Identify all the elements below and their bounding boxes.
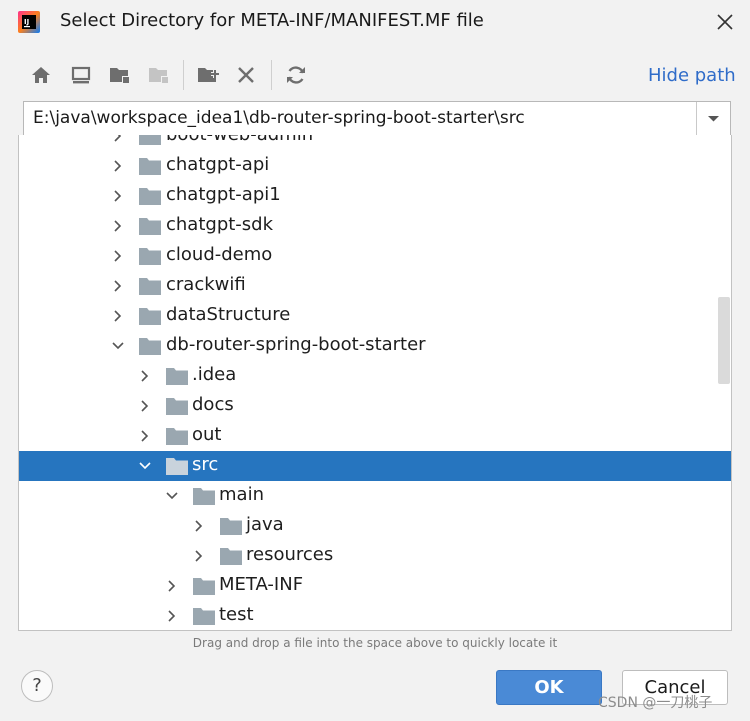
tree-item-label: test — [219, 604, 254, 625]
tree-item-label: main — [219, 484, 264, 505]
tree-item[interactable]: boot-web-admin — [19, 135, 731, 151]
folder-icon — [220, 548, 242, 565]
folder-icon — [166, 368, 188, 385]
folder-icon — [139, 158, 161, 175]
title-bar: IJ Select Directory for META-INF/MANIFES… — [0, 0, 750, 44]
chevron-right-icon — [114, 250, 122, 262]
refresh-icon[interactable] — [283, 62, 309, 88]
folder-icon — [139, 308, 161, 325]
chevron-down-icon — [166, 492, 178, 500]
path-input[interactable] — [24, 102, 696, 135]
chevron-right-icon — [114, 190, 122, 202]
chevron-right-icon — [141, 400, 149, 412]
tree-item-label: docs — [192, 394, 234, 415]
chevron-down-icon — [112, 342, 124, 350]
tree-item-label: crackwifi — [166, 274, 246, 295]
tree-item-label: out — [192, 424, 222, 445]
folder-icon — [139, 135, 161, 145]
ok-button[interactable]: OK — [496, 670, 602, 705]
folder-icon — [139, 188, 161, 205]
tree-item[interactable]: chatgpt-api1 — [19, 181, 731, 211]
tree-item-label: resources — [246, 544, 334, 565]
tree-item[interactable]: chatgpt-api — [19, 151, 731, 181]
chevron-right-icon — [195, 550, 203, 562]
tree-item-label: chatgpt-api — [166, 154, 270, 175]
tree-item-label: chatgpt-api1 — [166, 184, 281, 205]
tree-item[interactable]: out — [19, 421, 731, 451]
chevron-right-icon — [114, 280, 122, 292]
toolbar-separator — [183, 60, 184, 90]
folder-icon — [139, 218, 161, 235]
tree-item[interactable]: .idea — [19, 361, 731, 391]
tree-item-label: java — [246, 514, 284, 535]
folder-icon — [193, 578, 215, 595]
tree-item[interactable]: test — [19, 601, 731, 630]
folder-icon — [193, 488, 215, 505]
chevron-down-icon — [139, 462, 151, 470]
tree-item[interactable]: docs — [19, 391, 731, 421]
dialog-title: Select Directory for META-INF/MANIFEST.M… — [60, 10, 484, 31]
toolbar: Hide path — [0, 58, 750, 94]
chevron-right-icon — [141, 430, 149, 442]
tree-item-label: db-router-spring-boot-starter — [166, 334, 426, 355]
tree-item-label: src — [192, 454, 219, 475]
drag-drop-hint: Drag and drop a file into the space abov… — [192, 636, 558, 650]
tree-item[interactable]: java — [19, 511, 731, 541]
hide-path-link[interactable]: Hide path — [648, 65, 736, 86]
module-folder-icon[interactable] — [146, 62, 172, 88]
path-dropdown-button[interactable] — [696, 102, 730, 135]
tree-item-label: .idea — [192, 364, 237, 385]
close-icon[interactable] — [712, 9, 738, 35]
path-combobox — [23, 101, 731, 136]
directory-tree[interactable]: boot-web-admin chatgpt-api chatgpt-api1 … — [18, 135, 732, 631]
tree-item-label: boot-web-admin — [166, 135, 313, 145]
toolbar-separator — [271, 60, 272, 90]
delete-icon[interactable] — [233, 62, 259, 88]
folder-icon — [139, 248, 161, 265]
svg-text:IJ: IJ — [24, 18, 29, 26]
chevron-right-icon — [114, 310, 122, 322]
chevron-right-icon — [114, 160, 122, 172]
tree-item[interactable]: chatgpt-sdk — [19, 211, 731, 241]
chevron-right-icon — [114, 135, 122, 142]
folder-icon — [166, 398, 188, 415]
folder-icon — [139, 338, 161, 355]
help-button[interactable]: ? — [21, 670, 53, 702]
chevron-right-icon — [168, 580, 176, 592]
home-icon[interactable] — [28, 62, 54, 88]
chevron-right-icon — [168, 610, 176, 622]
chevron-right-icon — [114, 220, 122, 232]
tree-item[interactable]: crackwifi — [19, 271, 731, 301]
project-folder-icon[interactable] — [107, 62, 133, 88]
tree-item-label: chatgpt-sdk — [166, 214, 274, 235]
tree-item[interactable]: resources — [19, 541, 731, 571]
desktop-icon[interactable] — [68, 62, 94, 88]
tree-item-label: dataStructure — [166, 304, 291, 325]
chevron-down-icon — [708, 116, 719, 122]
folder-icon — [193, 608, 215, 625]
folder-icon — [139, 278, 161, 295]
new-folder-icon[interactable] — [195, 62, 221, 88]
tree-scrollbar-thumb[interactable] — [718, 297, 730, 384]
tree-item-selected[interactable]: src — [19, 451, 731, 481]
tree-item-label: cloud-demo — [166, 244, 273, 265]
folder-icon — [166, 458, 188, 475]
tree-item[interactable]: main — [19, 481, 731, 511]
chevron-right-icon — [141, 370, 149, 382]
tree-item[interactable]: dataStructure — [19, 301, 731, 331]
tree-item[interactable]: META-INF — [19, 571, 731, 601]
folder-icon — [220, 518, 242, 535]
folder-icon — [166, 428, 188, 445]
chevron-right-icon — [195, 520, 203, 532]
tree-item-label: META-INF — [219, 574, 304, 595]
tree-item[interactable]: db-router-spring-boot-starter — [19, 331, 731, 361]
csdn-watermark: CSDN @一刀桃子 — [598, 695, 713, 711]
intellij-idea-icon: IJ — [18, 11, 40, 33]
tree-item[interactable]: cloud-demo — [19, 241, 731, 271]
